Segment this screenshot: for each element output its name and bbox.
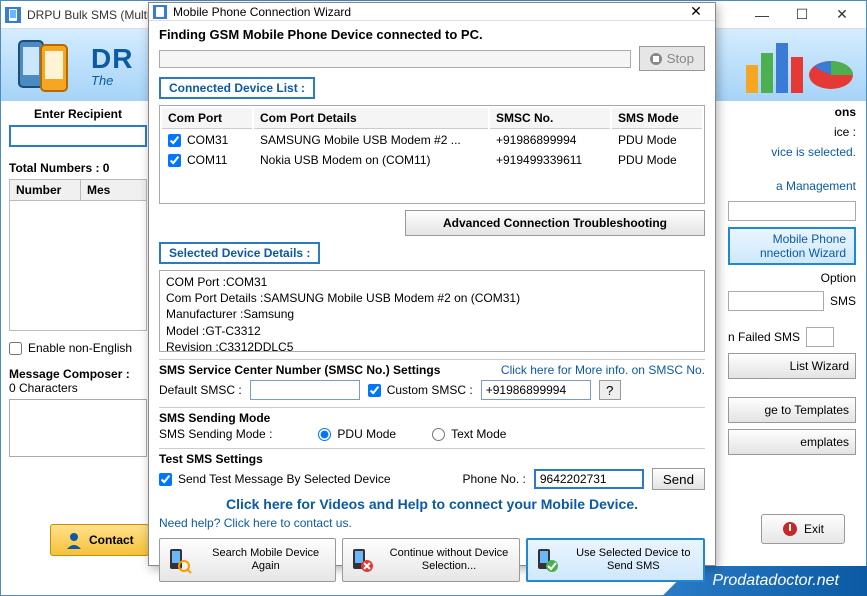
connected-list-title: Connected Device List :: [159, 77, 315, 99]
advanced-troubleshooting-button[interactable]: Advanced Connection Troubleshooting: [405, 210, 705, 236]
send-test-checkbox[interactable]: Send Test Message By Selected Device: [159, 472, 391, 486]
exit-icon: [782, 521, 798, 537]
failed-dropdown[interactable]: [806, 327, 834, 347]
custom-smsc-input[interactable]: [481, 380, 591, 400]
dialog-close-button[interactable]: ✕: [681, 3, 711, 20]
list-wizard-button[interactable]: List Wizard: [728, 353, 856, 379]
non-english-check[interactable]: [9, 342, 22, 355]
app-icon: [5, 7, 21, 23]
col-mode: SMS Mode: [612, 108, 702, 129]
contact-help-link[interactable]: Need help? Click here to contact us.: [159, 516, 705, 530]
maximize-button[interactable]: ☐: [782, 4, 822, 26]
connection-wizard-dialog: Mobile Phone Connection Wizard ✕ Finding…: [148, 2, 716, 566]
row-check[interactable]: [168, 154, 181, 167]
numbers-grid[interactable]: [9, 201, 147, 331]
col-message: Mes: [81, 179, 147, 201]
col-details: Com Port Details: [254, 108, 488, 129]
dialog-titlebar: Mobile Phone Connection Wizard ✕: [149, 3, 715, 21]
dropdown-1[interactable]: [728, 201, 856, 221]
device-table: Com Port Com Port Details SMSC No. SMS M…: [159, 105, 705, 204]
search-device-icon: [164, 546, 192, 574]
phone-label: Phone No. :: [462, 472, 525, 486]
minimize-button[interactable]: —: [742, 4, 782, 26]
table-row[interactable]: COM11 Nokia USB Modem on (COM11) +919499…: [162, 151, 702, 169]
non-english-checkbox[interactable]: Enable non-English: [9, 341, 147, 355]
continue-icon: [347, 546, 375, 574]
test-title: Test SMS Settings: [159, 452, 705, 466]
use-selected-button[interactable]: Use Selected Device to Send SMS: [526, 538, 705, 582]
col-smsc: SMSC No.: [490, 108, 610, 129]
exit-button[interactable]: Exit: [761, 514, 845, 544]
management-link[interactable]: a Management: [728, 179, 856, 193]
send-button[interactable]: Send: [652, 468, 705, 490]
dialog-title: Mobile Phone Connection Wizard: [173, 5, 681, 19]
sms-dropdown[interactable]: [728, 291, 824, 311]
text-mode-radio[interactable]: Text Mode: [432, 427, 506, 441]
device-details-box[interactable]: COM Port :COM31 Com Port Details :SAMSUN…: [159, 270, 705, 352]
selected-details-title: Selected Device Details :: [159, 242, 320, 264]
composer-label: Message Composer :: [9, 367, 147, 381]
char-count: 0 Characters: [9, 381, 147, 395]
stop-button[interactable]: Stop: [639, 46, 705, 71]
col-number: Number: [9, 179, 81, 201]
custom-smsc-checkbox[interactable]: Custom SMSC :: [368, 383, 473, 397]
recipient-label: Enter Recipient: [9, 107, 147, 121]
no-device-link[interactable]: vice is selected.: [728, 145, 856, 159]
templates-button[interactable]: emplates: [728, 429, 856, 455]
mode-title: SMS Sending Mode: [159, 411, 705, 425]
col-port: Com Port: [162, 108, 252, 129]
contact-icon: [65, 531, 83, 549]
phone-input[interactable]: [534, 469, 644, 489]
default-smsc-input[interactable]: [250, 380, 360, 400]
to-templates-button[interactable]: ge to Templates: [728, 397, 856, 423]
contact-button[interactable]: Contact: [50, 524, 149, 556]
stop-icon: [650, 53, 662, 65]
default-smsc-label: Default SMSC :: [159, 383, 242, 397]
table-row[interactable]: COM31 SAMSUNG Mobile USB Modem #2 ... +9…: [162, 131, 702, 149]
search-again-button[interactable]: Search Mobile Device Again: [159, 538, 336, 582]
mode-label: SMS Sending Mode :: [159, 427, 272, 441]
close-button[interactable]: ✕: [822, 4, 862, 26]
continue-without-button[interactable]: Continue without Device Selection...: [342, 538, 519, 582]
brand-title: DR: [91, 43, 133, 75]
search-progress: [159, 50, 631, 68]
phones-icon: [11, 35, 91, 95]
brand-tagline: The: [91, 73, 133, 88]
options-label: ons: [728, 105, 856, 119]
dialog-app-icon: [153, 5, 167, 19]
row-check[interactable]: [168, 134, 181, 147]
recipient-input[interactable]: [9, 125, 147, 147]
device-label: ice :: [728, 125, 856, 139]
pdu-mode-radio[interactable]: PDU Mode: [318, 427, 396, 441]
smsc-title: SMS Service Center Number (SMSC No.) Set…: [159, 363, 440, 377]
composer-textarea[interactable]: [9, 399, 147, 457]
finding-heading: Finding GSM Mobile Phone Device connecte…: [159, 27, 705, 42]
smsc-info-link[interactable]: Click here for More info. on SMSC No.: [501, 363, 705, 377]
connection-wizard-button[interactable]: Mobile Phone nnection Wizard: [728, 227, 856, 265]
chart-decoration-icon: [746, 35, 856, 95]
smsc-help-button[interactable]: ?: [599, 380, 621, 400]
option-label: Option: [728, 271, 856, 285]
video-help-link[interactable]: Click here for Videos and Help to connec…: [159, 496, 705, 512]
use-device-icon: [532, 546, 560, 574]
total-numbers-label: Total Numbers : 0: [9, 161, 147, 175]
